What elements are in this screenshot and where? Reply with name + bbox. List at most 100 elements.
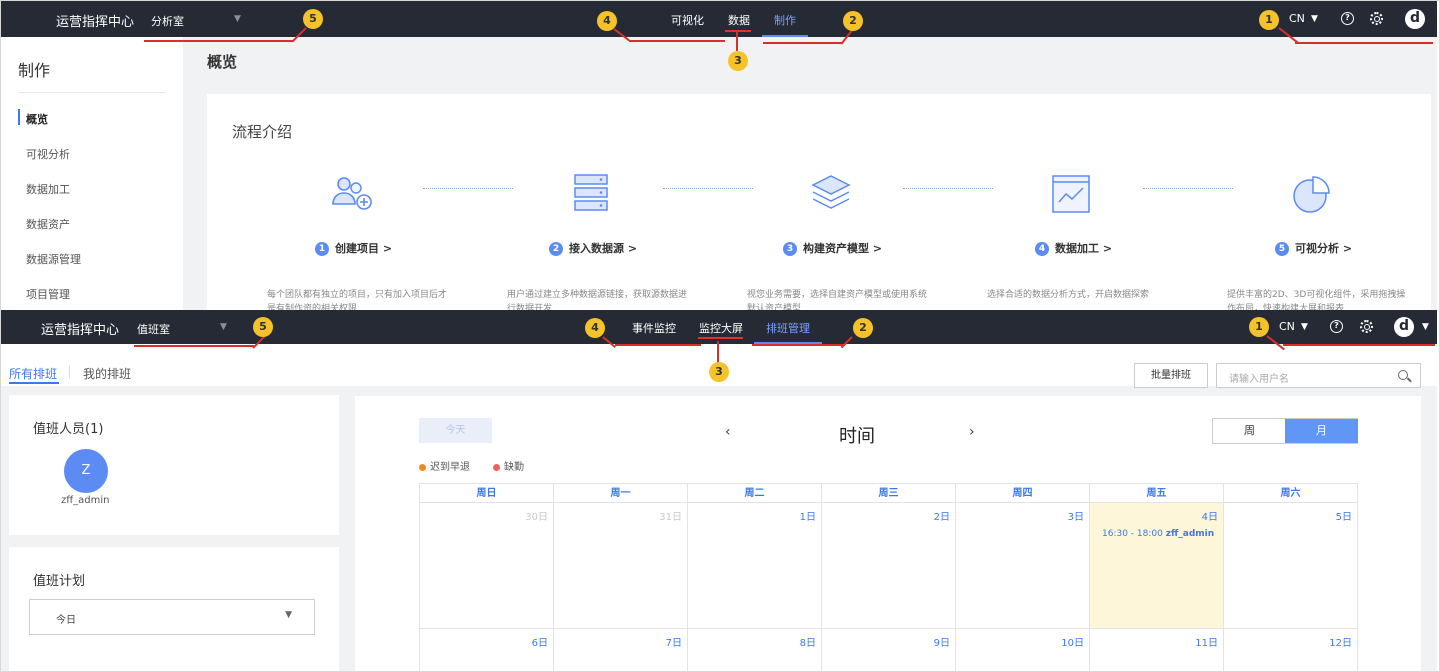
step-build-asset-model[interactable]: 3 构建资产模型 > [783,240,882,256]
gear-icon[interactable] [1360,320,1373,333]
step-number: 4 [1035,242,1049,256]
staff-heading: 值班人员(1) [33,422,104,437]
tab-all-shifts[interactable]: 所有排班 [9,365,57,382]
day-cell[interactable]: 3日 [956,503,1090,629]
tab-shift-management[interactable]: 排班管理 [766,320,810,336]
view-month-button[interactable]: 月 [1285,419,1358,443]
weekday-header: 周日 [420,484,554,503]
day-cell[interactable]: 30日 [420,503,554,629]
day-number: 10日 [1061,638,1084,649]
tab-my-shifts[interactable]: 我的排班 [83,365,131,382]
legend-late: 迟到早退 [419,458,470,473]
day-cell[interactable]: 7日 [554,629,688,671]
language-selector[interactable]: CN [1289,12,1305,25]
day-cell[interactable]: 10日 [956,629,1090,671]
step-number: 1 [315,242,329,256]
room-selector[interactable]: 分析室 [151,13,184,29]
chevron-down-icon[interactable]: ▼ [1301,322,1308,332]
legend-dot [419,463,426,471]
screenshot-frame: 运营指挥中心 分析室 ▼ 可视化 数据 制作 CN ▼ ? d 制作 概览 可视… [0,0,1440,672]
sidebar-item-data-assets[interactable]: 数据资产 [26,216,70,232]
callout-badge-3: 3 [709,362,729,382]
shift-schedule-panel: 所有排班 我的排班 批量排班 请输入用户名 值班人员(1) Z zff_admi… [1,344,1437,671]
tab-monitoring-screen[interactable]: 监控大屏 [699,320,743,336]
step-number: 2 [549,242,563,256]
callout-badge-4: 4 [597,11,617,31]
app-title[interactable]: 运营指挥中心 [41,319,119,338]
day-number: 8日 [799,638,816,649]
legend-absent: 缺勤 [493,458,524,473]
calendar-grid: 周日 周一 周二 周三 周四 周五 周六 30日 31日 1日 2日 3日 4日… [419,483,1358,671]
day-cell-today[interactable]: 4日 16:30 - 18:00 zff_admin [1090,503,1224,629]
tab-production[interactable]: 制作 [774,12,796,28]
day-number: 1日 [799,512,816,523]
batch-schedule-button[interactable]: 批量排班 [1134,363,1208,388]
help-icon[interactable]: ? [1330,320,1343,333]
sidebar-item-overview[interactable]: 概览 [26,111,48,127]
step-description: 每个团队都有独立的项目，只有加入项目后才是有制作资的相关权限 [267,290,448,310]
tab-event-monitoring[interactable]: 事件监控 [632,320,676,336]
day-cell[interactable]: 5日 [1224,503,1358,629]
avatar[interactable]: Z [64,449,108,493]
day-number: 30日 [525,512,548,523]
day-cell[interactable]: 6日 [420,629,554,671]
chevron-down-icon[interactable]: ▼ [220,322,227,332]
page-title: 概览 [207,53,238,71]
weekday-header: 周五 [1090,484,1224,503]
day-cell[interactable]: 8日 [688,629,822,671]
callout-badge-5: 5 [253,317,273,337]
callout-line [144,40,294,42]
step-data-processing[interactable]: 4 数据加工 > [1035,240,1112,256]
view-week-button[interactable]: 周 [1213,419,1286,443]
day-cell[interactable]: 1日 [688,503,822,629]
callout-line [1283,344,1435,346]
chevron-down-icon: ▼ [285,610,292,620]
chevron-down-icon[interactable]: ▼ [1311,14,1318,24]
legend-label: 缺勤 [504,462,524,473]
day-cell[interactable]: 9日 [822,629,956,671]
tab-visualization[interactable]: 可视化 [671,12,704,28]
app-title[interactable]: 运营指挥中心 [56,11,134,30]
tab-data[interactable]: 数据 [728,12,750,28]
user-avatar[interactable]: d [1394,317,1414,337]
chevron-down-icon[interactable]: ▼ [1422,322,1429,332]
sidebar-item-visual-analysis[interactable]: 可视分析 [26,146,70,162]
chart-window-icon [1052,175,1090,213]
day-cell[interactable]: 12日 [1224,629,1358,671]
plan-select-value: 今日 [56,615,76,626]
weekday-header: 周一 [554,484,688,503]
day-number: 12日 [1329,638,1352,649]
room-selector[interactable]: 值班室 [137,321,170,337]
step-number: 5 [1275,242,1289,256]
sidebar-item-data-processing[interactable]: 数据加工 [26,181,70,197]
next-arrow-icon[interactable]: › [969,424,975,440]
legend-label: 迟到早退 [430,462,470,473]
search-input[interactable]: 请输入用户名 [1229,370,1289,385]
prev-arrow-icon[interactable]: ‹ [725,424,731,440]
step-visual-analysis[interactable]: 5 可视分析 > [1275,240,1352,256]
step-connect-datasource[interactable]: 2 接入数据源 > [549,240,637,256]
gear-icon[interactable] [1370,12,1383,25]
legend-dot [493,463,500,471]
step-label: 可视分析 > [1295,242,1353,255]
sidebar-item-datasource[interactable]: 数据源管理 [26,251,81,267]
chevron-down-icon[interactable]: ▼ [234,14,241,24]
callout-badge-2: 2 [843,11,863,31]
event-user: zff_admin [1165,529,1215,539]
step-create-project[interactable]: 1 创建项目 > [315,240,392,256]
production-overview-panel: 制作 概览 可视分析 数据加工 数据资产 数据源管理 项目管理 概览 流程介绍 [1,37,1437,310]
day-cell[interactable]: 11日 [1090,629,1224,671]
plan-select[interactable]: 今日 ▼ [29,599,315,635]
sidebar-item-projects[interactable]: 项目管理 [26,286,70,302]
day-cell[interactable]: 2日 [822,503,956,629]
calendar-title: 时间 [839,426,875,447]
day-number: 2日 [933,512,950,523]
search-icon[interactable] [1398,370,1408,380]
shift-event[interactable]: 16:30 - 18:00 zff_admin [1102,529,1214,539]
step-connector [423,188,513,189]
user-avatar[interactable]: d [1405,9,1425,29]
day-cell[interactable]: 31日 [554,503,688,629]
help-icon[interactable]: ? [1341,12,1354,25]
today-button[interactable]: 今天 [419,418,492,443]
language-selector[interactable]: CN [1279,320,1295,333]
